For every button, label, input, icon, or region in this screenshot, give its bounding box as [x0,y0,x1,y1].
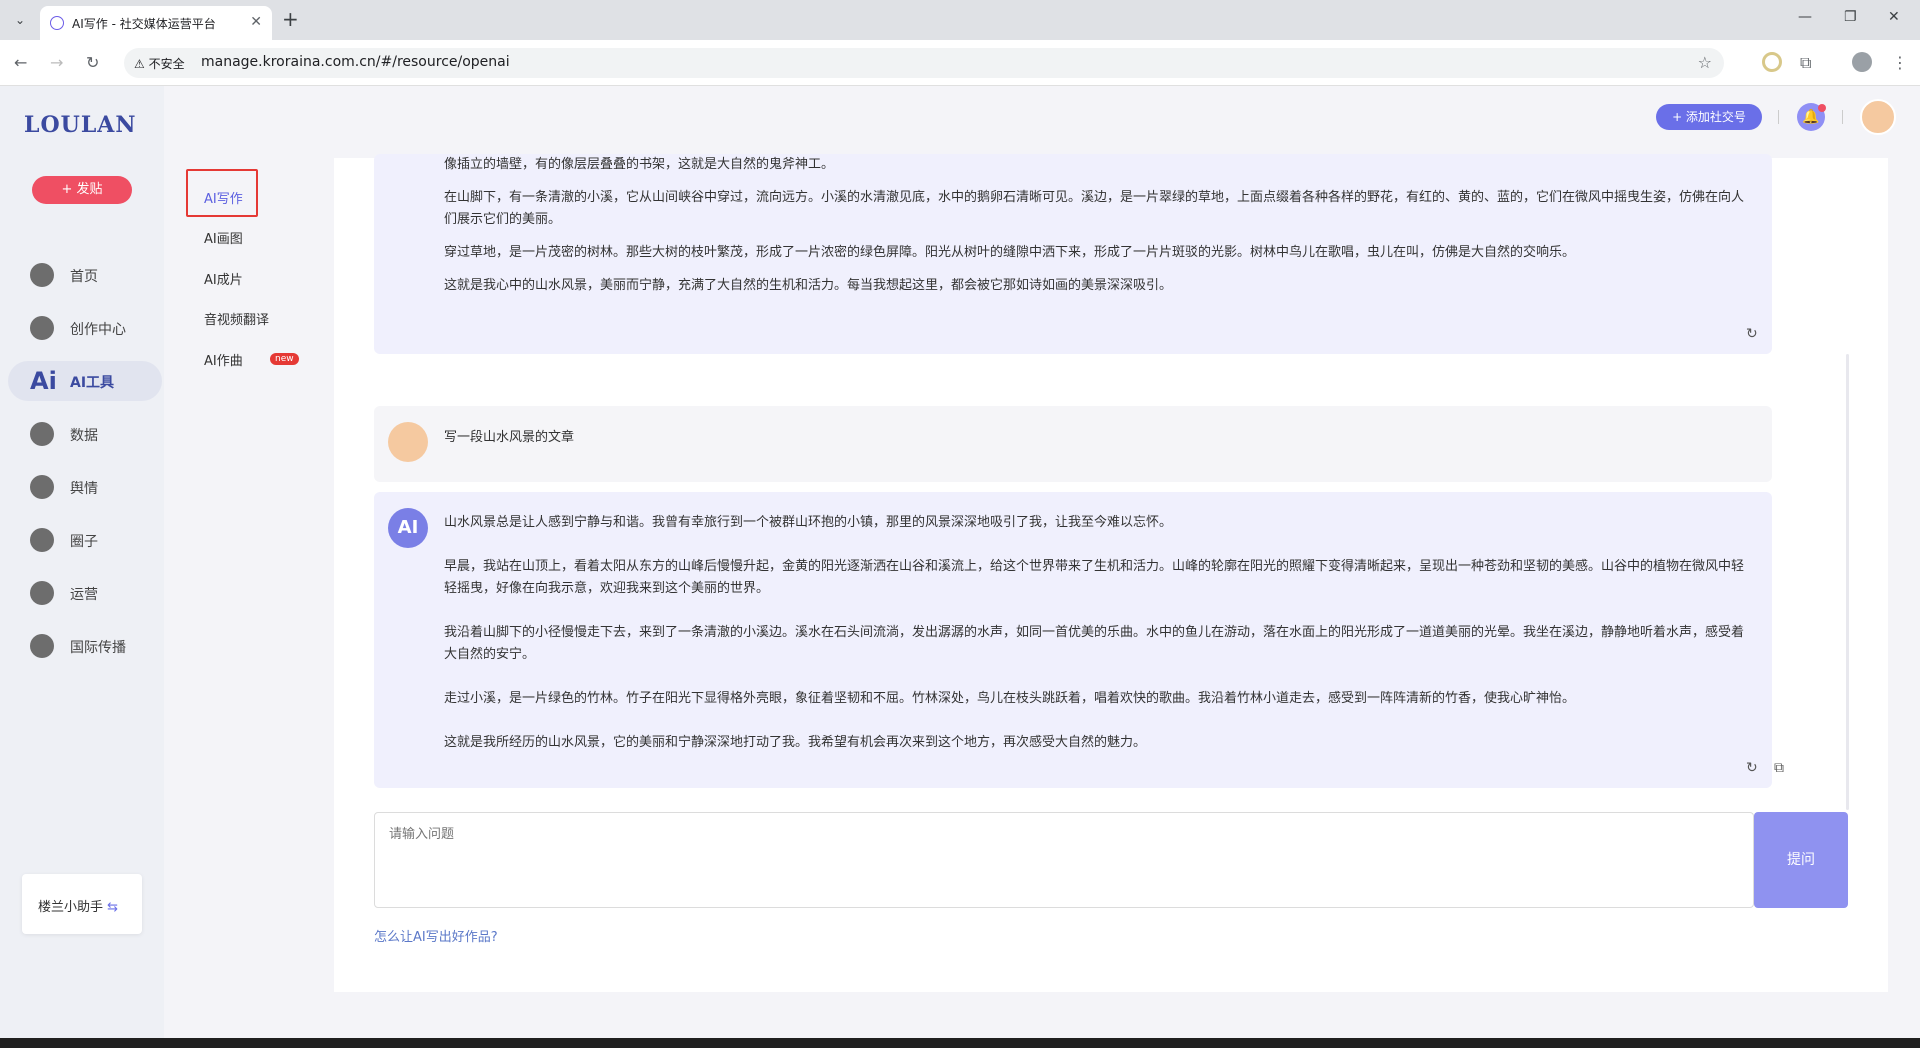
subnav-ai-drawing[interactable]: AI画图 [204,228,243,247]
message-paragraph: 这就是我心中的山水风景，美丽而宁静，充满了大自然的生机和活力。每当我想起这里，都… [444,278,1173,293]
message-paragraph: 穿过草地，是一片茂密的树林。那些大树的枝叶繁茂，形成了一片浓密的绿色屏障。阳光从… [444,245,1576,260]
divider [1842,110,1843,124]
assistant-button[interactable]: 楼兰小助手 ⇆ [22,874,142,934]
user-message-avatar [388,422,428,462]
add-social-account-button[interactable]: + 添加社交号 [1656,104,1762,130]
question-input-box[interactable] [374,812,1754,908]
back-icon[interactable]: ← [14,53,27,72]
writing-tips-link[interactable]: 怎么让AI写出好作品? [374,926,498,945]
new-badge: new [270,353,299,365]
sidebar-item-international[interactable]: 国际传播 [8,626,162,666]
subnav-ai-video[interactable]: AI成片 [204,269,243,288]
chat-scrollbar[interactable] [1846,354,1849,810]
subnav-ai-music[interactable]: AI作曲 [204,350,243,369]
copy-icon[interactable]: ⧉ [1774,760,1784,776]
profile-icon[interactable] [1852,52,1872,72]
close-window-icon[interactable]: ✕ [1888,9,1900,25]
message-paragraph: 走过小溪，是一片绿色的竹林。竹子在阳光下显得格外亮眼，象征着坚韧和不屈。竹林深处… [444,691,1576,706]
sidebar-item-label: 国际传播 [70,640,126,656]
extension-icon[interactable] [1762,52,1782,72]
logo: LOULAN [24,112,137,138]
user-message-text: 写一段山水风景的文章 [444,430,575,445]
sidebar-item-label: 数据 [70,428,98,444]
assistant-label: 楼兰小助手 ⇆ [38,900,119,915]
regenerate-icon[interactable]: ↻ [1746,326,1758,342]
question-input[interactable] [375,813,1753,907]
divider [1778,110,1779,124]
sidebar-item-label: 舆情 [70,481,98,497]
browser-toolbar: ← → ↻ ⚠ 不安全 manage.kroraina.com.cn/#/res… [0,40,1920,86]
active-highlight-box [186,169,258,217]
sidebar-item-sentiment[interactable]: 舆情 [8,467,162,507]
sidebar-item-label: 圈子 [70,534,98,550]
ai-icon: Ai [30,367,57,395]
extensions-puzzle-icon[interactable]: ⧉ [1800,53,1811,73]
operations-icon [30,581,54,605]
ai-message: 像插立的墙壁，有的像层层叠叠的书架，这就是大自然的鬼斧神工。 在山脚下，有一条清… [374,154,1772,354]
minimize-icon[interactable]: — [1798,9,1812,25]
compass-icon [30,528,54,552]
home-icon [30,263,54,287]
restore-icon[interactable]: ❐ [1844,9,1857,25]
user-message: 写一段山水风景的文章 [374,406,1772,482]
swap-icon: ⇆ [107,900,119,915]
message-paragraph: 像插立的墙壁，有的像层层叠叠的书架，这就是大自然的鬼斧神工。 [444,157,835,172]
message-paragraph: 这就是我所经历的山水风景，它的美丽和宁静深深地打动了我。我希望有机会再次来到这个… [444,735,1147,750]
sidebar-item-creation[interactable]: 创作中心 [8,308,162,348]
palette-icon [30,316,54,340]
tab-title: AI写作 - 社交媒体运营平台 [72,17,216,31]
globe-icon [30,634,54,658]
browser-menu-icon[interactable]: ⋮ [1892,53,1908,72]
insecure-badge[interactable]: ⚠ 不安全 [134,55,185,72]
subnav-av-translate[interactable]: 音视频翻译 [204,309,269,328]
sidebar-item-data[interactable]: 数据 [8,414,162,454]
ask-button[interactable]: 提问 [1754,812,1848,908]
sidebar-item-label: 创作中心 [70,322,126,338]
sidebar-item-label: 运营 [70,587,98,603]
sidebar: LOULAN + 发贴 首页 创作中心 Ai AI工具 数据 舆情 圈子 运营 [0,86,164,1038]
bookmark-star-icon[interactable]: ☆ [1698,53,1712,72]
forward-icon[interactable]: → [50,53,63,72]
quote-icon [30,475,54,499]
sidebar-item-ai-tools[interactable]: Ai AI工具 [8,361,162,401]
tab-search-icon[interactable]: ⌄ [10,10,30,30]
close-tab-icon[interactable]: ✕ [250,14,262,30]
ai-message: AI 山水风景总是让人感到宁静与和谐。我曾有幸旅行到一个被群山环抱的小镇，那里的… [374,492,1784,788]
os-taskbar [0,1038,1920,1048]
notification-dot [1818,104,1826,112]
user-avatar[interactable] [1860,99,1896,135]
new-tab-icon[interactable]: + [282,8,299,30]
browser-tabbar: ⌄ AI写作 - 社交媒体运营平台 ✕ + — ❐ ✕ [0,0,1920,40]
browser-tab[interactable]: AI写作 - 社交媒体运营平台 ✕ [40,6,272,40]
url-text[interactable]: manage.kroraina.com.cn/#/resource/openai [201,54,510,70]
message-paragraph: 我沿着山脚下的小径慢慢走下去，来到了一条清澈的小溪边。溪水在石头间流淌，发出潺潺… [444,625,1745,662]
post-button[interactable]: + 发贴 [32,176,132,204]
favicon-icon [50,16,64,30]
sidebar-item-label: AI工具 [70,375,115,391]
reload-icon[interactable]: ↻ [86,53,99,72]
sidebar-item-home[interactable]: 首页 [8,255,162,295]
database-icon [30,422,54,446]
ai-avatar: AI [388,508,428,548]
message-paragraph: 山水风景总是让人感到宁静与和谐。我曾有幸旅行到一个被群山环抱的小镇，那里的风景深… [444,515,1173,530]
sidebar-item-circle[interactable]: 圈子 [8,520,162,560]
message-paragraph: 早晨，我站在山顶上，看着太阳从东方的山峰后慢慢升起，金黄的阳光逐渐洒在山谷和溪流… [444,559,1745,596]
ai-tools-subnav: AI写作 AI画图 AI成片 音视频翻译 AI作曲 new [164,86,334,1038]
sidebar-item-label: 首页 [70,269,98,285]
sidebar-item-operations[interactable]: 运营 [8,573,162,613]
regenerate-icon[interactable]: ↻ [1746,760,1758,776]
message-paragraph: 在山脚下，有一条清澈的小溪，它从山间峡谷中穿过，流向远方。小溪的水清澈见底，水中… [444,190,1745,227]
app: LOULAN + 发贴 首页 创作中心 Ai AI工具 数据 舆情 圈子 运营 [0,86,1920,1038]
chat-panel: 像插立的墙壁，有的像层层叠叠的书架，这就是大自然的鬼斧神工。 在山脚下，有一条清… [334,154,1888,992]
address-bar[interactable]: ⚠ 不安全 manage.kroraina.com.cn/#/resource/… [124,48,1724,78]
